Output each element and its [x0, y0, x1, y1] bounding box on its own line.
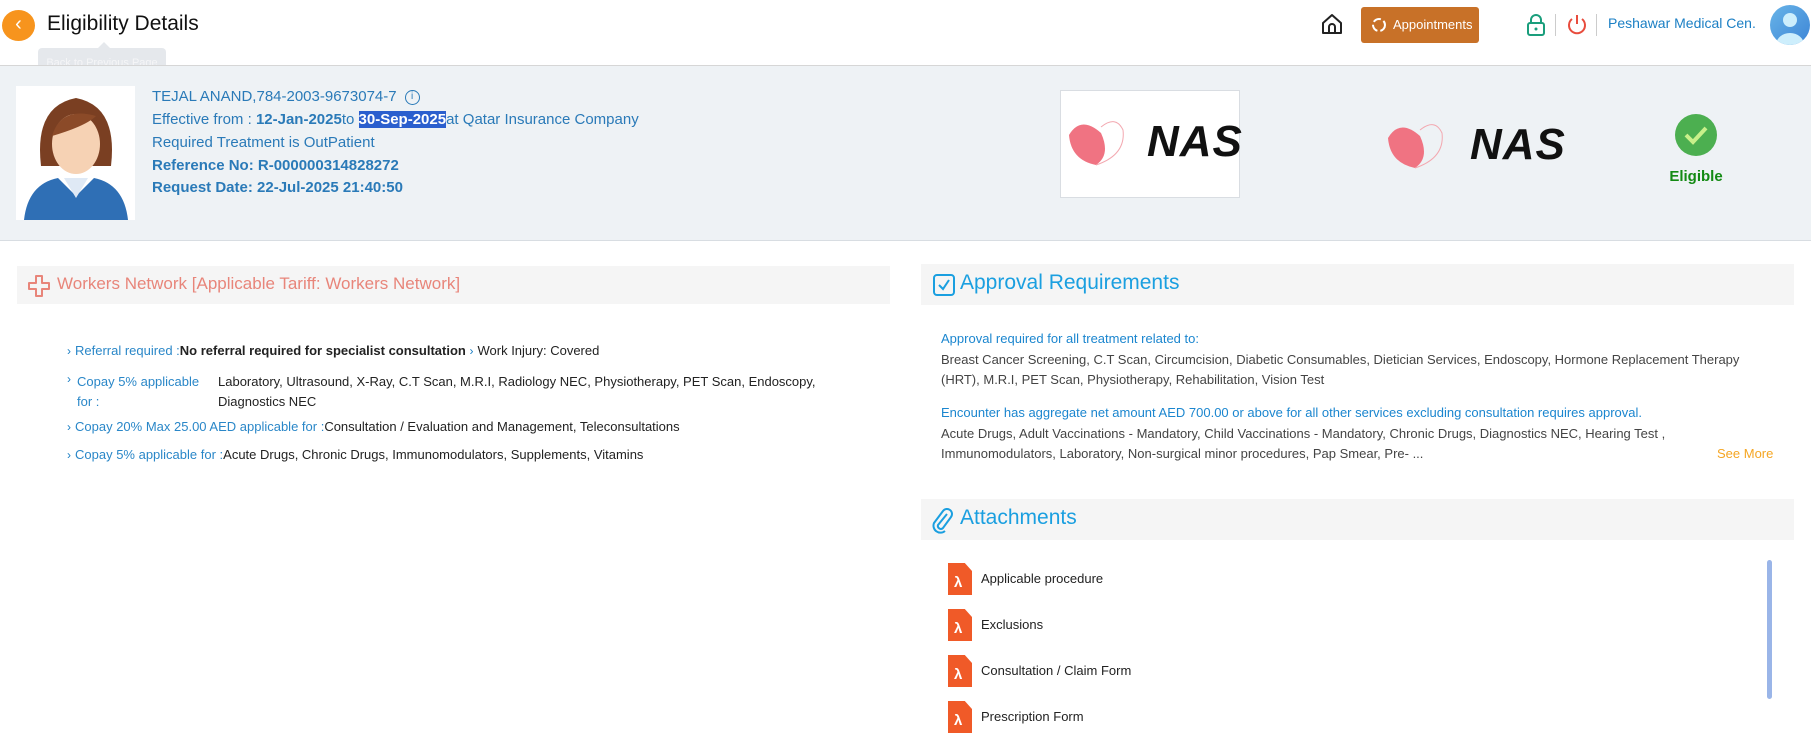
patient-photo [16, 86, 135, 220]
approval-heading: Encounter has aggregate net amount AED 7… [941, 405, 1642, 420]
network-item: › Referral required :No referral required… [67, 343, 599, 358]
checkbox-icon [933, 274, 955, 296]
patient-name: TEJAL ANAND,784-2003-9673074-7 [152, 88, 397, 105]
eligibility-status: Eligible [1669, 168, 1723, 185]
item-value: No referral required for specialist cons… [179, 343, 466, 358]
approval-heading: Approval required for all treatment rela… [941, 331, 1199, 346]
pdf-icon: λ [948, 609, 972, 641]
see-more-link[interactable]: See More [1717, 446, 1773, 461]
tpa-logo: NAS [1380, 118, 1565, 178]
lock-icon[interactable] [1526, 13, 1546, 37]
network-section-header: Workers Network [Applicable Tariff: Work… [17, 266, 890, 304]
effective-prefix: Effective from : [152, 111, 256, 128]
pdf-icon: λ [948, 701, 972, 733]
network-item: › Copay 20% Max 25.00 AED applicable for … [67, 419, 680, 434]
treatment-type: Required Treatment is OutPatient [152, 134, 375, 151]
payer-logo-text: NAS [1147, 117, 1243, 166]
facility-name[interactable]: Peshawar Medical Cen... [1608, 15, 1756, 31]
home-icon[interactable] [1320, 12, 1344, 36]
attachments-section-header: Attachments [921, 499, 1794, 540]
effective-dates: Effective from : 12-Jan-2025to 30-Sep-20… [152, 111, 639, 128]
network-item: › Copay 5% applicable for :Acute Drugs, C… [67, 447, 643, 462]
appointments-label: Appointments (0) [1393, 17, 1473, 68]
attachment-name: Applicable procedure [981, 571, 1104, 586]
attachment-name: Prescription Form [981, 709, 1084, 724]
request-date: Request Date: 22-Jul-2025 21:40:50 [152, 179, 403, 196]
approval-list: (HRT), M.R.I, PET Scan, Physiotherapy, R… [941, 372, 1325, 387]
item-extra: Work Injury: Covered [477, 343, 600, 358]
appointments-button[interactable]: Appointments (0) [1361, 7, 1479, 68]
payer-logo: NAS [1060, 90, 1243, 198]
attachment-name: Consultation / Claim Form [981, 663, 1132, 678]
divider [1555, 14, 1556, 36]
heart-logo-icon [1069, 121, 1124, 166]
effective-to: 30-Sep-2025 [358, 111, 447, 128]
item-value: Acute Drugs, Chronic Drugs, Immunomodula… [223, 447, 644, 462]
approval-list: Breast Cancer Screening, C.T Scan, Circu… [941, 352, 1740, 367]
approval-list: Acute Drugs, Adult Vaccinations - Mandat… [941, 426, 1666, 441]
medical-cross-icon [28, 275, 50, 297]
attachments-title: Attachments [960, 506, 1077, 529]
item-label: Referral required : [75, 343, 180, 358]
tpa-logo-text: NAS [1470, 120, 1566, 169]
chevron-right-icon: › [67, 372, 71, 386]
info-icon[interactable]: i [404, 90, 420, 105]
reference-number: Reference No: R-000000314828272 [152, 157, 399, 174]
approval-title: Approval Requirements [960, 271, 1180, 294]
item-label: Copay 5% applicable for : [77, 374, 200, 409]
approval-list: Immunomodulators, Laboratory, Non-surgic… [941, 446, 1424, 461]
network-title: Workers Network [Applicable Tariff: Work… [57, 274, 461, 293]
item-label: Copay 20% Max 25.00 AED applicable for : [75, 419, 325, 434]
eligible-check-icon [1675, 114, 1717, 156]
approval-section-header: Approval Requirements [921, 264, 1794, 305]
pdf-icon: λ [948, 563, 972, 595]
chevron-right-icon: › [67, 420, 71, 434]
back-button[interactable]: ‹ [2, 10, 35, 41]
paperclip-icon [932, 508, 953, 534]
user-avatar[interactable] [1770, 5, 1810, 45]
pdf-icon: λ [948, 655, 972, 687]
attachment-name: Exclusions [981, 617, 1044, 632]
item-value: Laboratory, Ultrasound, X-Ray, C.T Scan,… [218, 374, 816, 409]
appointments-icon [1372, 18, 1386, 32]
page-title: Eligibility Details [47, 12, 199, 35]
chevron-right-icon: › [67, 344, 71, 358]
insurer: at Qatar Insurance Company [446, 111, 639, 128]
heart-logo-icon [1388, 124, 1443, 169]
chevron-left-icon: ‹ [15, 13, 22, 35]
chevron-right-icon: › [469, 344, 474, 358]
effective-from: 12-Jan-2025 [255, 111, 342, 128]
to-word: to [341, 111, 359, 128]
divider [1596, 14, 1597, 36]
user-icon [1776, 13, 1804, 45]
attachments-scrollbar[interactable] [1767, 560, 1772, 699]
power-icon[interactable] [1566, 13, 1588, 37]
patient-name-id: TEJAL ANAND,784-2003-9673074-7 i [152, 88, 420, 105]
item-value: Consultation / Evaluation and Management… [324, 419, 680, 434]
chevron-right-icon: › [67, 448, 71, 462]
item-label: Copay 5% applicable for : [75, 447, 224, 462]
